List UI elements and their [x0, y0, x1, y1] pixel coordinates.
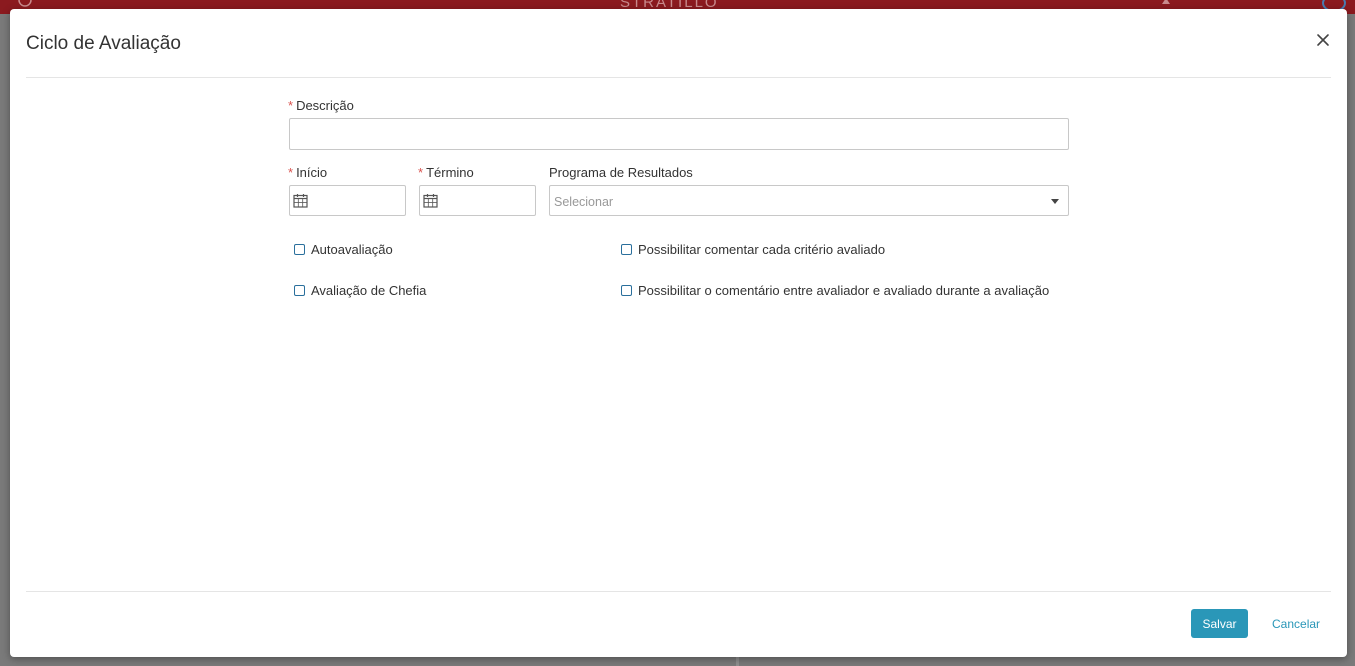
cycle-modal: Ciclo de Avaliação * Descrição * Início * T… — [10, 9, 1347, 657]
save-button[interactable]: Salvar — [1191, 609, 1248, 638]
checkbox-box[interactable] — [294, 285, 305, 296]
calendar-icon[interactable] — [423, 193, 438, 208]
footer-divider — [26, 591, 1331, 592]
termino-date-input[interactable] — [419, 185, 536, 216]
checkbox-box[interactable] — [294, 244, 305, 255]
checkbox-autoavaliacao[interactable]: Autoavaliação — [294, 242, 393, 257]
close-icon — [1317, 34, 1329, 46]
checkbox-box[interactable] — [621, 244, 632, 255]
descricao-label: * Descrição — [288, 98, 354, 113]
checkbox-avaliacao-chefia[interactable]: Avaliação de Chefia — [294, 283, 426, 298]
chevron-down-icon[interactable] — [1051, 199, 1059, 204]
checkbox-comentar-criterio[interactable]: Possibilitar comentar cada critério aval… — [621, 242, 885, 257]
cancel-button[interactable]: Cancelar — [1266, 609, 1326, 638]
header-divider — [26, 77, 1331, 78]
checkbox-box[interactable] — [621, 285, 632, 296]
close-button[interactable] — [1314, 31, 1332, 49]
checkbox-comentario-avaliador[interactable]: Possibilitar o comentário entre avaliado… — [621, 283, 1049, 298]
programa-select-placeholder: Selecionar — [554, 195, 614, 209]
bell-icon[interactable] — [1160, 0, 1172, 8]
termino-label: * Término — [418, 165, 474, 180]
descricao-input[interactable] — [289, 118, 1069, 150]
modal-title: Ciclo de Avaliação — [26, 33, 181, 54]
calendar-icon[interactable] — [293, 193, 308, 208]
inicio-date-input[interactable] — [289, 185, 406, 216]
programa-label: Programa de Resultados — [549, 165, 693, 180]
programa-select[interactable]: Selecionar — [549, 185, 1069, 216]
inicio-label: * Início — [288, 165, 328, 180]
